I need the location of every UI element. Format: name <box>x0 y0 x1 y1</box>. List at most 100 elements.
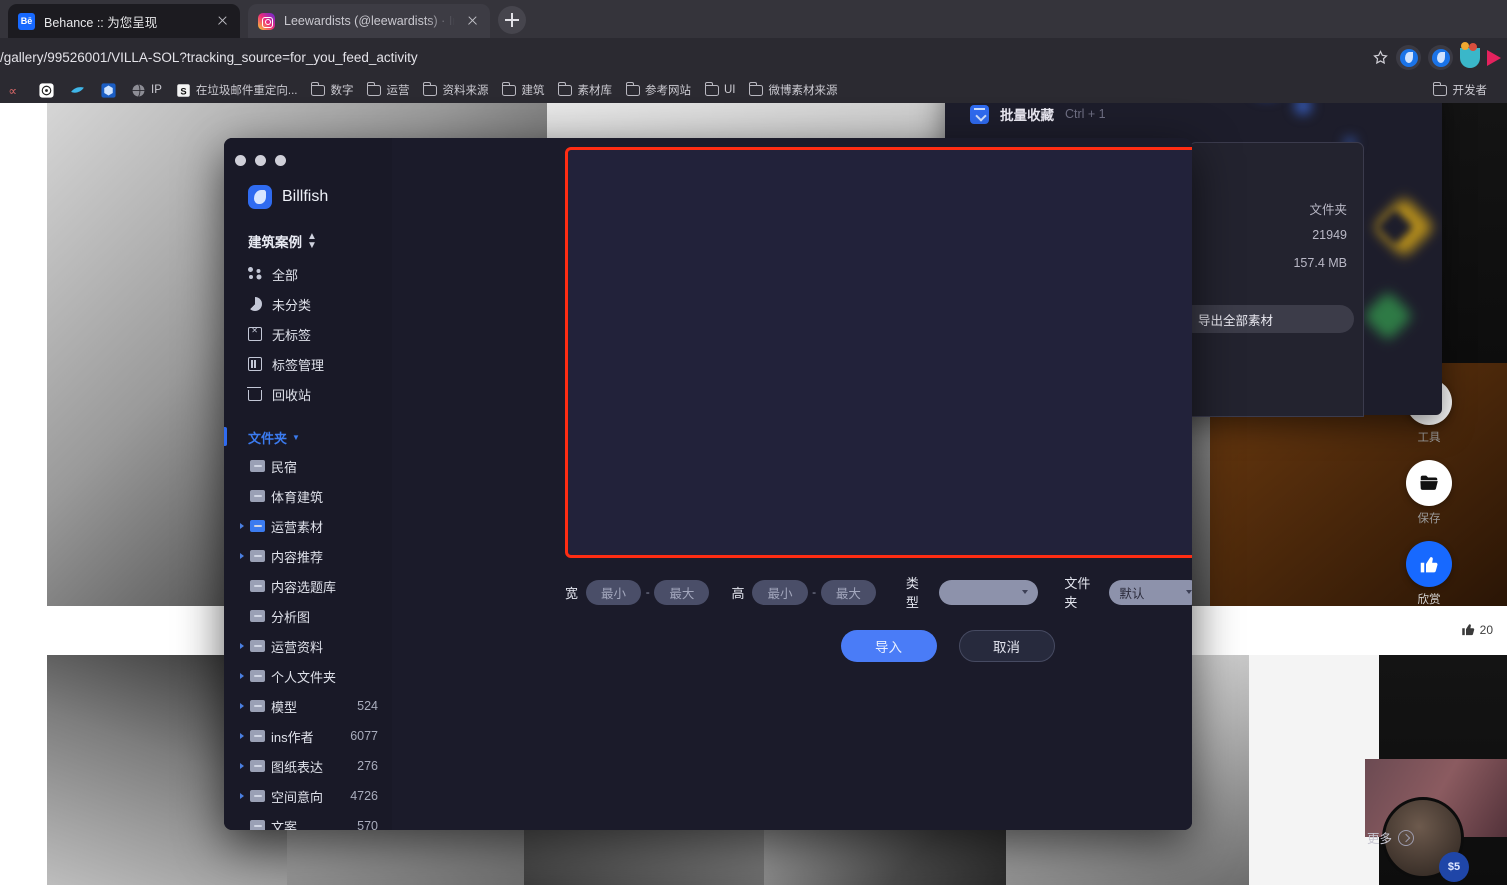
export-all-assets-button[interactable]: 导出全部素材 <box>1179 305 1354 333</box>
minimize-button[interactable] <box>255 155 266 166</box>
folder-label: 图纸表达 <box>271 759 324 775</box>
rail-item-appreciate[interactable]: 欣赏 <box>1406 541 1452 607</box>
folder-list: 民宿 体育建筑 运营素材 内容推荐 内容选题库 分析图 运营资料 个人文件夹 模… <box>224 451 392 830</box>
bookmark-item[interactable] <box>93 78 124 102</box>
stats-size: 157.4 MB <box>1293 256 1347 270</box>
import-drop-area[interactable] <box>565 147 1192 558</box>
bookmark-item[interactable]: ∝ <box>0 78 31 102</box>
import-button[interactable]: 导入 <box>840 630 937 662</box>
bookmark-folder-source[interactable]: 资料来源 <box>416 78 495 102</box>
address-bar[interactable]: /gallery/99526001/VILLA-SOL?tracking_sou… <box>0 38 1507 77</box>
expand-arrow-icon[interactable] <box>240 703 244 709</box>
expand-arrow-icon[interactable] <box>240 643 244 649</box>
bookmark-star-icon[interactable] <box>1372 49 1389 66</box>
bookmark-folder-shuzi[interactable]: 数字 <box>304 78 360 102</box>
blue-shape-icon <box>71 86 84 93</box>
batch-collect-label: 批量收藏 <box>1000 108 1054 123</box>
nav-item-all[interactable]: 全部 <box>224 259 392 289</box>
close-icon[interactable] <box>464 13 480 29</box>
more-label: 更多 <box>1366 832 1392 846</box>
extension-icon[interactable] <box>1428 45 1453 70</box>
svg-text:S: S <box>180 86 186 96</box>
folder-item[interactable]: 空间意向 4726 <box>224 781 392 811</box>
likes-badge: 20 <box>1461 622 1493 637</box>
folder-item[interactable]: ins作者 6077 <box>224 721 392 751</box>
expand-arrow-icon[interactable] <box>240 673 244 679</box>
tab-title: Leewardists (@leewardists) · In <box>284 14 455 28</box>
height-max-input[interactable]: 最大 <box>820 579 876 605</box>
fruit-bowl-icon[interactable] <box>1460 41 1480 68</box>
folder-item[interactable]: 体育建筑 <box>224 481 392 511</box>
bookmark-item-spam[interactable]: S 在垃圾邮件重定向... <box>169 78 305 102</box>
height-label: 高 <box>731 585 745 601</box>
expand-arrow-icon[interactable] <box>240 793 244 799</box>
bookmark-folder-arch[interactable]: 建筑 <box>495 78 551 102</box>
close-icon[interactable] <box>214 13 230 29</box>
folder-item[interactable]: 图纸表达 276 <box>224 751 392 781</box>
stats-count: 21949 <box>1312 228 1347 242</box>
bookmark-item-ip[interactable]: IP <box>124 78 169 102</box>
bookmark-folder-assets[interactable]: 素材库 <box>551 78 619 102</box>
bookmark-item[interactable] <box>62 78 93 102</box>
more-link[interactable]: 更多 <box>1367 828 1414 847</box>
height-min-input[interactable]: 最小 <box>752 579 808 605</box>
s-icon: S <box>177 83 190 97</box>
folder-item[interactable]: 模型 524 <box>224 691 392 721</box>
folder-select-value: 默认 <box>1119 586 1145 601</box>
nav-item-untagged[interactable]: 无标签 <box>224 319 392 349</box>
width-min-input[interactable]: 最小 <box>586 579 642 605</box>
folder-count: 6077 <box>350 729 378 743</box>
folder-item[interactable]: 分析图 <box>224 601 392 631</box>
bookmark-item[interactable] <box>31 78 62 102</box>
folder-item[interactable]: 民宿 <box>224 451 392 481</box>
cancel-button[interactable]: 取消 <box>958 630 1055 662</box>
folder-item[interactable]: 内容推荐 <box>224 541 392 571</box>
nav-item-uncategorized[interactable]: 未分类 <box>224 289 392 319</box>
folder-save-icon[interactable] <box>1406 460 1452 506</box>
folder-label: 内容推荐 <box>271 549 324 565</box>
type-select[interactable] <box>938 579 1039 605</box>
width-max-input[interactable]: 最大 <box>654 579 710 605</box>
folder-icon <box>250 490 265 502</box>
nav-item-tag-manage[interactable]: 标签管理 <box>224 349 392 379</box>
extension-icon[interactable] <box>1396 45 1421 70</box>
range-dash: - <box>812 585 817 599</box>
folder-select[interactable]: 默认 <box>1109 579 1192 605</box>
bookmark-folder-dev[interactable]: 开发者 <box>1426 78 1494 102</box>
library-selector[interactable]: 建筑案例 ▲ ▼ <box>224 209 392 251</box>
new-tab-button[interactable] <box>498 6 526 34</box>
folders-section-header[interactable]: 文件夹 ▼ <box>224 423 392 451</box>
close-button[interactable] <box>235 155 246 166</box>
bookmark-folder-weibo[interactable]: 微博素材来源 <box>742 78 844 102</box>
folder-item[interactable]: 运营素材 <box>224 511 392 541</box>
folder-item[interactable]: 内容选题库 <box>224 571 392 601</box>
folder-label: 体育建筑 <box>271 489 324 505</box>
bookmark-folder-yunying[interactable]: 运营 <box>360 78 416 102</box>
thumbs-up-icon[interactable] <box>1406 541 1452 587</box>
nav-item-recycle-bin[interactable]: 回收站 <box>224 379 392 409</box>
expand-arrow-icon[interactable] <box>240 733 244 739</box>
rail-item-save[interactable]: 保存 <box>1406 460 1452 526</box>
folder-item[interactable]: 运营资料 <box>224 631 392 661</box>
expand-arrow-icon[interactable] <box>240 553 244 559</box>
trash-icon <box>246 386 262 401</box>
bookmark-folder-ui[interactable]: UI <box>698 78 743 102</box>
folder-filter-label: 文件夹 <box>1064 576 1091 610</box>
maximize-button[interactable] <box>275 155 286 166</box>
bookmark-folder-refsites[interactable]: 参考网站 <box>619 78 698 102</box>
play-icon[interactable] <box>1487 49 1501 66</box>
author-card[interactable]: $5 Anna Natter Göttingen, Germany 查看收费内容 <box>1360 759 1507 885</box>
tab-instagram[interactable]: Leewardists (@leewardists) · In <box>248 4 490 38</box>
folder-item[interactable]: 文案 570 <box>224 811 392 830</box>
tab-behance[interactable]: Bē Behance :: 为您呈现 <box>8 4 240 38</box>
up-down-arrows-icon: ▲ ▼ <box>307 231 317 251</box>
folder-item[interactable]: 个人文件夹 <box>224 661 392 691</box>
batch-collect-menu-item[interactable]: 批量收藏 Ctrl + 1 <box>970 104 1106 124</box>
url-text: /gallery/99526001/VILLA-SOL?tracking_sou… <box>0 50 418 65</box>
folder-count: 570 <box>357 819 378 830</box>
expand-arrow-icon[interactable] <box>240 523 244 529</box>
folder-icon <box>1433 81 1448 96</box>
tab-strip: Bē Behance :: 为您呈现 Leewardists (@leeward… <box>0 0 1507 38</box>
folder-icon <box>250 790 265 802</box>
expand-arrow-icon[interactable] <box>240 763 244 769</box>
